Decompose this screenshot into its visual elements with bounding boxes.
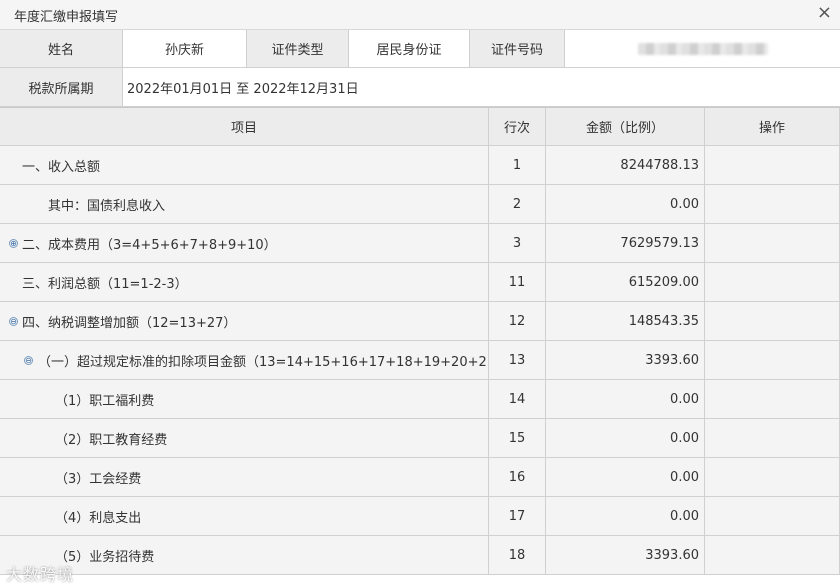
table-header: 项目 行次 金额（比例） 操作 [0,107,840,146]
table-row[interactable]: ⊖ （一）超过规定标准的扣除项目金额（13=14+15+16+17+18+19+… [0,341,840,380]
row-item: （一）超过规定标准的扣除项目金额（13=14+15+16+17+18+19+20… [0,341,489,379]
row-action[interactable] [705,302,840,340]
row-number: 16 [489,458,546,496]
row-number: 3 [489,224,546,262]
window-titlebar: 年度汇缴申报填写 × [0,0,840,30]
id-number-value [565,30,840,67]
row-number: 15 [489,419,546,457]
row-number: 1 [489,146,546,184]
row-item: 二、成本费用（3=4+5+6+7+8+9+10） [0,224,489,262]
row-amount[interactable]: 3393.60 [546,341,705,379]
id-number-label: 证件号码 [470,30,565,67]
header-action: 操作 [705,108,840,145]
row-number: 12 [489,302,546,340]
row-amount[interactable]: 0.00 [546,419,705,457]
row-amount[interactable]: 3393.60 [546,536,705,574]
row-number: 2 [489,185,546,223]
row-item: 一、收入总额 [0,146,489,184]
header-item: 项目 [0,108,489,145]
window-title: 年度汇缴申报填写 [14,10,119,25]
row-action[interactable] [705,380,840,418]
masked-id-number [637,42,768,55]
row-item: （4）利息支出 [0,497,489,535]
row-number: 17 [489,497,546,535]
row-amount[interactable]: 0.00 [546,380,705,418]
table-row[interactable]: ⊕ 二、成本费用（3=4+5+6+7+8+9+10） 3 7629579.13 [0,224,840,263]
tax-period-label: 税款所属期 [0,68,123,106]
tax-period-row: 税款所属期 2022年01月01日 至 2022年12月31日 [0,68,840,107]
table-row[interactable]: 其中：国债利息收入 2 0.00 [0,185,840,224]
table-row[interactable]: （5）业务招待费 18 3393.60 [0,536,840,575]
row-action[interactable] [705,341,840,379]
row-item: （1）职工福利费 [0,380,489,418]
row-action[interactable] [705,458,840,496]
row-item: （3）工会经费 [0,458,489,496]
row-number: 18 [489,536,546,574]
row-action[interactable] [705,536,840,574]
id-type-label: 证件类型 [247,30,349,67]
row-amount[interactable]: 0.00 [546,458,705,496]
table-row[interactable]: （3）工会经费 16 0.00 [0,458,840,497]
row-amount[interactable]: 7629579.13 [546,224,705,262]
row-amount[interactable]: 0.00 [546,497,705,535]
row-item: 其中：国债利息收入 [0,185,489,223]
row-amount[interactable]: 8244788.13 [546,146,705,184]
row-action[interactable] [705,146,840,184]
table-row[interactable]: 一、收入总额 1 8244788.13 [0,146,840,185]
table-row[interactable]: （4）利息支出 17 0.00 [0,497,840,536]
tax-period-value: 2022年01月01日 至 2022年12月31日 [123,68,840,106]
header-row-no: 行次 [489,108,546,145]
row-action[interactable] [705,263,840,301]
close-icon[interactable]: × [817,3,832,23]
row-action[interactable] [705,185,840,223]
row-number: 14 [489,380,546,418]
declaration-table: 项目 行次 金额（比例） 操作 一、收入总额 1 8244788.13 其中：国… [0,107,840,575]
name-label: 姓名 [0,30,123,67]
row-number: 11 [489,263,546,301]
row-action[interactable] [705,419,840,457]
row-amount[interactable]: 615209.00 [546,263,705,301]
header-amount: 金额（比例） [546,108,705,145]
row-item: 四、纳税调整增加额（12=13+27） [0,302,489,340]
name-value: 孙庆新 [123,30,247,67]
table-row[interactable]: （2）职工教育经费 15 0.00 [0,419,840,458]
row-number: 13 [489,341,546,379]
row-item: 三、利润总额（11=1-2-3） [0,263,489,301]
row-action[interactable] [705,224,840,262]
table-row[interactable]: ⊖ 四、纳税调整增加额（12=13+27） 12 148543.35 [0,302,840,341]
id-type-value: 居民身份证 [349,30,470,67]
row-amount[interactable]: 148543.35 [546,302,705,340]
table-row[interactable]: 三、利润总额（11=1-2-3） 11 615209.00 [0,263,840,302]
watermark-logo: 大数跨境 [6,565,75,584]
row-item: （2）职工教育经费 [0,419,489,457]
row-action[interactable] [705,497,840,535]
table-row[interactable]: （1）职工福利费 14 0.00 [0,380,840,419]
row-amount[interactable]: 0.00 [546,185,705,223]
taxpayer-info-row: 姓名 孙庆新 证件类型 居民身份证 证件号码 [0,30,840,68]
